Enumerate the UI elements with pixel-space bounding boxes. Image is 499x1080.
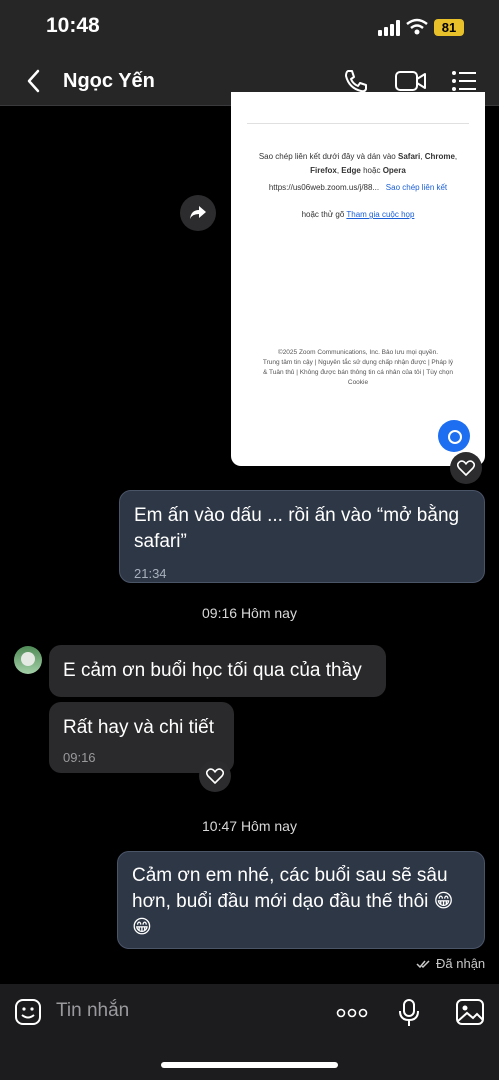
browser-edge: Edge: [341, 166, 361, 175]
join-meeting-link: Tham gia cuộc họp: [346, 210, 415, 219]
status-label: Đã nhận: [436, 956, 486, 971]
chat-bubble-icon: [438, 420, 470, 452]
or-word: hoặc: [363, 166, 381, 175]
phone-call-icon[interactable]: [343, 68, 369, 94]
footer-line-2: Trung tâm tin cậy | Nguyên tắc sử dụng c…: [262, 359, 454, 366]
message-text: Cảm ơn em nhé, các buổi sau sẽ sâu hơn, …: [132, 865, 454, 938]
copy-link: Sao chép liên kết: [385, 183, 448, 192]
message-input[interactable]: Tin nhắn: [56, 1000, 129, 1022]
message-text: Em ấn vào dấu ... rồi ấn vào “mở bằng sa…: [134, 505, 460, 552]
instruction-prefix: Sao chép liên kết dưới đây và dán vào: [258, 152, 396, 161]
date-separator: 10:47 Hôm nay: [202, 818, 297, 834]
back-chevron-icon[interactable]: [25, 69, 43, 93]
message-time: 21:34: [134, 566, 167, 581]
footer-line-3: & Tuân thủ | Không được bán thông tin cá…: [262, 369, 454, 376]
avatar[interactable]: [14, 646, 42, 674]
video-call-icon[interactable]: [395, 69, 427, 93]
double-check-icon: [416, 959, 430, 968]
menu-list-icon[interactable]: [451, 70, 477, 92]
image-try-row: hoặc thử gõ Tham gia cuộc họp: [231, 208, 485, 222]
browser-chrome: Chrome: [424, 152, 455, 161]
browser-opera: Opera: [382, 166, 406, 175]
forward-button[interactable]: [180, 195, 216, 231]
received-status: Đã nhận: [416, 956, 485, 971]
wifi-icon: [406, 18, 428, 35]
forward-share-icon: [190, 206, 206, 219]
message-bubble-outgoing[interactable]: Cảm ơn em nhé, các buổi sau sẽ sâu hơn, …: [117, 851, 485, 949]
meeting-url: https://us06web.zoom.us/j/88...: [268, 183, 380, 192]
message-time: 09:16: [63, 750, 96, 765]
signal-icon: [378, 20, 400, 36]
contact-name[interactable]: Ngọc Yến: [63, 70, 155, 93]
image-divider: [247, 123, 469, 124]
voice-to-text-icon[interactable]: [397, 998, 421, 1028]
browser-safari: Safari: [398, 152, 421, 161]
footer-line-1: ©2025 Zoom Communications, Inc. Bảo lưu …: [277, 349, 439, 356]
home-indicator: [161, 1062, 338, 1068]
heart-icon: [457, 460, 475, 476]
message-bubble-incoming[interactable]: E cảm ơn buổi học tối qua của thầy: [49, 645, 386, 697]
top-bar: 10:48 81 Ngọc Yến: [0, 0, 499, 106]
battery-indicator: 81: [434, 19, 464, 36]
heart-icon: [206, 768, 224, 784]
image-link-row: https://us06web.zoom.us/j/88... Sao chép…: [231, 181, 485, 195]
footer-line-4: Cookie: [347, 379, 369, 386]
browser-firefox: Firefox: [310, 166, 337, 175]
message-text: Rất hay và chi tiết: [63, 717, 215, 738]
react-button-image[interactable]: [450, 452, 482, 484]
more-options-icon[interactable]: [336, 1008, 368, 1018]
status-time: 10:48: [46, 14, 100, 37]
shared-image[interactable]: Sao chép liên kết dưới đây và dán vào Sa…: [231, 92, 485, 466]
message-text: E cảm ơn buổi học tối qua của thầy: [63, 660, 362, 681]
sticker-icon[interactable]: [14, 998, 42, 1026]
date-separator: 09:16 Hôm nay: [202, 605, 297, 621]
image-instruction: Sao chép liên kết dưới đây và dán vào Sa…: [258, 152, 458, 175]
react-button[interactable]: [199, 760, 231, 792]
image-gallery-icon[interactable]: [455, 998, 485, 1026]
message-bubble-outgoing[interactable]: Em ấn vào dấu ... rồi ấn vào “mở bằng sa…: [119, 490, 485, 583]
or-try-text: hoặc thử gõ: [301, 210, 345, 219]
image-footer: ©2025 Zoom Communications, Inc. Bảo lưu …: [245, 348, 471, 388]
